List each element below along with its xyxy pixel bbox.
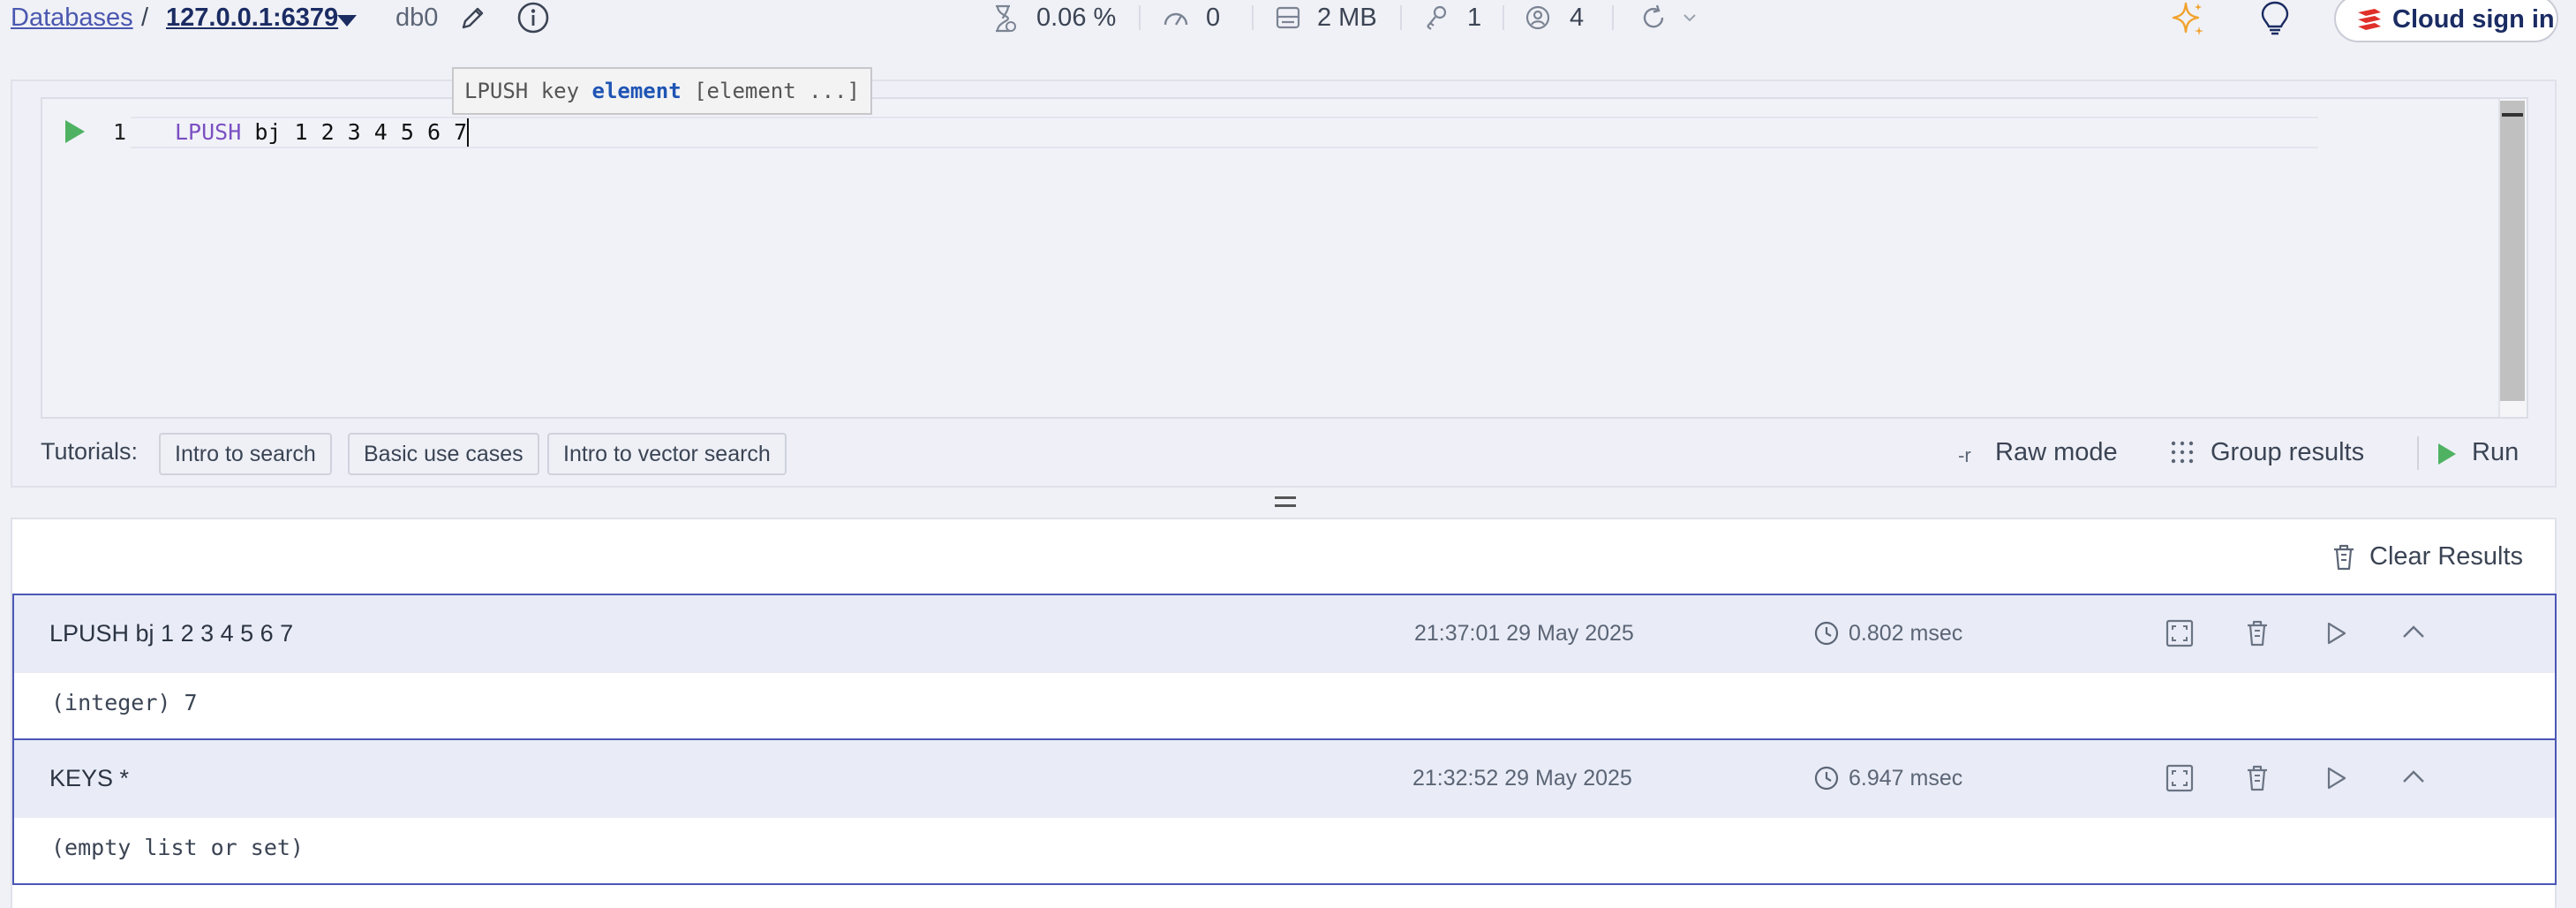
- run-icon: [2438, 443, 2456, 465]
- divider: [1612, 5, 1614, 30]
- breadcrumb-separator: /: [141, 4, 149, 32]
- memory-usage: 2 MB: [1317, 4, 1377, 32]
- result-command: KEYS *: [49, 765, 130, 791]
- code-line[interactable]: LPUSH bj 1 2 3 4 5 6 7: [175, 118, 470, 147]
- grid-dots-icon: [2170, 440, 2195, 465]
- speedometer-icon: [1162, 5, 1190, 30]
- panel-resize-handle[interactable]: [1275, 496, 1296, 507]
- connected-clients: 4: [1570, 4, 1585, 32]
- result-command: LPUSH bj 1 2 3 4 5 6 7: [49, 620, 294, 647]
- hint-suffix: [element ...]: [681, 79, 860, 103]
- tutorials-label: Tutorials:: [41, 438, 139, 465]
- ops-per-second: 0: [1206, 4, 1221, 32]
- memory-icon: [1275, 5, 1301, 30]
- query-editor-panel: 1 LPUSH bj 1 2 3 4 5 6 7 Tutorials: Intr…: [11, 79, 2557, 488]
- refresh-options-chevron-icon[interactable]: [1683, 11, 1697, 25]
- tutorial-intro-to-vector-search-button[interactable]: Intro to vector search: [547, 433, 787, 475]
- keys-count: 1: [1467, 4, 1482, 32]
- code-editor[interactable]: 1 LPUSH bj 1 2 3 4 5 6 7: [41, 97, 2528, 419]
- line-number: 1: [113, 119, 127, 145]
- result-duration: 6.947 msec: [1849, 766, 1963, 791]
- result-card: LPUSH bj 1 2 3 4 5 6 7 21:37:01 29 May 2…: [12, 594, 2557, 740]
- result-timestamp: 21:37:01 29 May 2025: [1414, 621, 1634, 646]
- db-index-label: db0: [395, 4, 439, 32]
- clear-results-button[interactable]: Clear Results: [2329, 541, 2558, 576]
- database-host-link[interactable]: 127.0.0.1:6379: [166, 2, 338, 34]
- fullscreen-icon[interactable]: [2165, 618, 2195, 648]
- top-bar: Databases / 127.0.0.1:6379 db0 0.06 % 0 …: [0, 0, 2576, 42]
- cpu-hourglass-icon: [990, 4, 1017, 34]
- raw-mode-flag: -r: [1958, 444, 1971, 466]
- run-button[interactable]: Run: [2472, 436, 2519, 468]
- lightbulb-icon[interactable]: [2258, 0, 2292, 37]
- result-output: (integer) 7: [51, 690, 198, 715]
- result-card: KEYS * 21:32:52 29 May 2025 6.947 msec (…: [12, 738, 2557, 885]
- tutorial-basic-use-cases-button[interactable]: Basic use cases: [348, 433, 539, 475]
- result-timestamp: 21:32:52 29 May 2025: [1412, 766, 1632, 791]
- chevron-down-icon[interactable]: [337, 15, 357, 26]
- delete-result-icon[interactable]: [2244, 618, 2271, 648]
- cloud-sign-in-button[interactable]: Cloud sign in: [2334, 0, 2558, 42]
- clock-icon: [1813, 765, 1840, 791]
- command-syntax-tooltip: LPUSH key element [element ...]: [452, 67, 872, 115]
- clients-icon: [1524, 4, 1552, 32]
- breadcrumb-databases-link[interactable]: Databases: [11, 2, 133, 34]
- result-duration: 0.802 msec: [1849, 621, 1963, 646]
- info-icon[interactable]: [516, 0, 551, 35]
- raw-mode-button[interactable]: Raw mode: [1995, 436, 2118, 468]
- key-icon: [1423, 4, 1450, 32]
- hint-prefix: LPUSH key: [464, 79, 592, 103]
- delete-result-icon[interactable]: [2244, 763, 2271, 793]
- text-cursor: [467, 118, 470, 147]
- result-output: (empty list or set): [51, 835, 304, 860]
- collapse-chevron-up-icon[interactable]: [2401, 622, 2426, 643]
- pencil-icon[interactable]: [457, 2, 489, 34]
- group-results-button[interactable]: Group results: [2211, 436, 2364, 468]
- cloud-sign-in-label: Cloud sign in: [2392, 5, 2555, 34]
- clock-icon: [1813, 620, 1840, 647]
- run-line-icon[interactable]: [65, 120, 85, 143]
- rerun-play-icon[interactable]: [2324, 620, 2348, 647]
- redis-logo-icon: [2355, 7, 2384, 32]
- divider: [1503, 5, 1504, 30]
- toolbar-divider: [2417, 436, 2419, 470]
- divider: [1252, 5, 1254, 30]
- scrollbar-thumb[interactable]: [2500, 101, 2525, 401]
- refresh-icon[interactable]: [1638, 3, 1668, 33]
- cpu-usage: 0.06 %: [1036, 4, 1117, 32]
- divider: [1400, 5, 1402, 30]
- result-header[interactable]: KEYS * 21:32:52 29 May 2025 6.947 msec: [14, 740, 2555, 818]
- command-keyword: LPUSH: [175, 119, 242, 145]
- divider: [1139, 5, 1141, 30]
- trash-icon: [2331, 542, 2357, 572]
- scrollbar-cursor-marker: [2502, 113, 2523, 117]
- fullscreen-icon[interactable]: [2165, 763, 2195, 793]
- collapse-chevron-up-icon[interactable]: [2401, 767, 2426, 788]
- hint-current-arg: element: [591, 79, 682, 103]
- clear-results-label: Clear Results: [2369, 542, 2524, 571]
- command-arguments: bj 1 2 3 4 5 6 7: [241, 119, 468, 145]
- tutorial-intro-to-search-button[interactable]: Intro to search: [159, 433, 332, 475]
- ai-sparkle-icon[interactable]: [2168, 0, 2207, 39]
- rerun-play-icon[interactable]: [2324, 765, 2348, 791]
- result-header[interactable]: LPUSH bj 1 2 3 4 5 6 7 21:37:01 29 May 2…: [14, 595, 2555, 673]
- editor-scrollbar[interactable]: [2498, 99, 2527, 417]
